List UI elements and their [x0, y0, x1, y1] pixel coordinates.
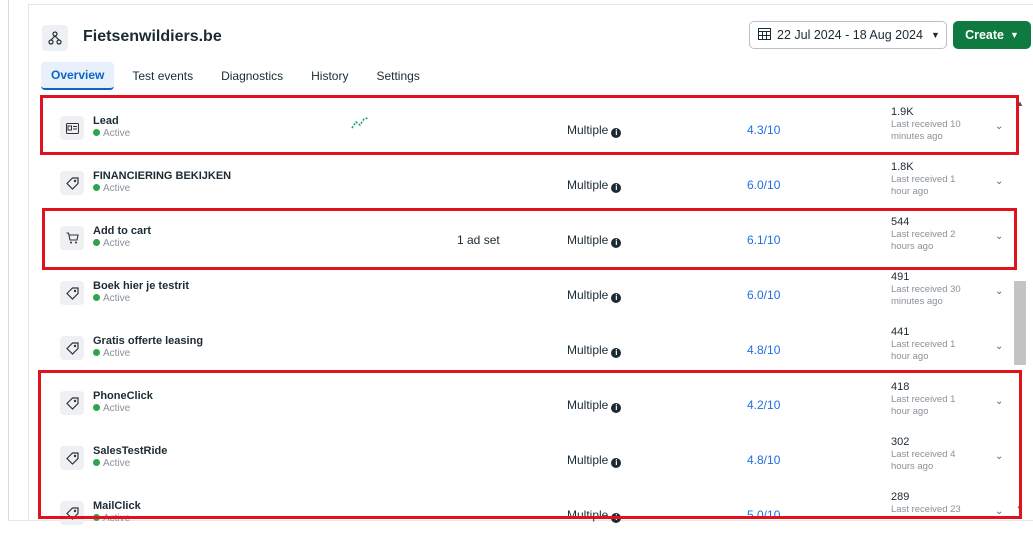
event-row[interactable]: Boek hier je testrit Active Multiple i 6.…: [29, 264, 1019, 319]
event-match-quality[interactable]: 6.0/10: [747, 178, 780, 192]
date-range-picker[interactable]: 22 Jul 2024 - 18 Aug 2024 ▼: [749, 21, 947, 49]
event-status: Active: [93, 348, 130, 359]
event-status: Active: [93, 293, 130, 304]
scroll-thumb[interactable]: [1014, 281, 1026, 365]
chevron-down-icon[interactable]: ⌄: [995, 341, 1003, 352]
info-icon[interactable]: i: [611, 348, 622, 358]
last-received: Last received 1 hour ago: [891, 339, 956, 362]
event-count: 441: [891, 326, 910, 338]
event-row[interactable]: FINANCIERING BEKIJKEN Active Multiple i 6…: [29, 154, 1019, 209]
last-received: Last received 30 minutes ago: [891, 284, 961, 307]
status-dot-icon: [93, 184, 100, 191]
event-match-quality[interactable]: 4.8/10: [747, 343, 780, 357]
chevron-down-icon[interactable]: ⌄: [995, 176, 1003, 187]
chevron-down-icon[interactable]: ⌄: [995, 286, 1003, 297]
event-status-label: Active: [103, 293, 131, 304]
integration-type: Multiple i: [567, 288, 622, 303]
event-status-label: Active: [103, 348, 131, 359]
highlight-box-add-to-cart: [42, 208, 1017, 270]
integration-label: Multiple: [567, 178, 609, 192]
panel-header: Fietsenwildiers.be 22 Jul 2024 - 18 Aug …: [29, 5, 1033, 95]
event-row[interactable]: Gratis offerte leasing Active Multiple i …: [29, 319, 1019, 374]
event-status: Active: [93, 183, 130, 194]
date-range-label: 22 Jul 2024 - 18 Aug 2024: [777, 28, 923, 42]
page-title: Fietsenwildiers.be: [83, 28, 222, 45]
event-name[interactable]: Boek hier je testrit: [93, 280, 189, 292]
create-button[interactable]: Create ▼: [953, 21, 1031, 49]
caret-down-icon: ▼: [1010, 30, 1019, 40]
status-dot-icon: [93, 349, 100, 356]
left-border: [8, 0, 9, 520]
create-label: Create: [965, 28, 1004, 42]
tab-bar: Overview Test events Diagnostics History…: [41, 60, 438, 92]
event-name[interactable]: FINANCIERING BEKIJKEN: [93, 170, 231, 182]
tab-diagnostics[interactable]: Diagnostics: [211, 63, 293, 89]
info-icon[interactable]: i: [611, 293, 622, 303]
event-status-label: Active: [103, 183, 131, 194]
calendar-icon: [758, 27, 771, 43]
highlight-box-bottom-events: [38, 370, 1022, 519]
integration-type: Multiple i: [567, 178, 622, 193]
tab-overview[interactable]: Overview: [41, 62, 115, 90]
integration-label: Multiple: [567, 343, 609, 357]
pixel-dataset-icon: [42, 25, 68, 51]
highlight-box-lead: [40, 95, 1019, 155]
tab-settings[interactable]: Settings: [366, 63, 429, 89]
event-count: 491: [891, 271, 910, 283]
event-count: 1.8K: [891, 161, 914, 173]
last-received: Last received 1 hour ago: [891, 174, 956, 197]
status-dot-icon: [93, 294, 100, 301]
tag-icon: [60, 281, 84, 305]
tag-icon: [60, 171, 84, 195]
info-icon[interactable]: i: [611, 183, 622, 193]
event-match-quality[interactable]: 6.0/10: [747, 288, 780, 302]
integration-type: Multiple i: [567, 343, 622, 358]
event-name[interactable]: Gratis offerte leasing: [93, 335, 203, 347]
integration-label: Multiple: [567, 288, 609, 302]
tab-history[interactable]: History: [301, 63, 358, 89]
tag-icon: [60, 336, 84, 360]
tab-test-events[interactable]: Test events: [122, 63, 203, 89]
caret-down-icon: ▼: [930, 30, 940, 40]
